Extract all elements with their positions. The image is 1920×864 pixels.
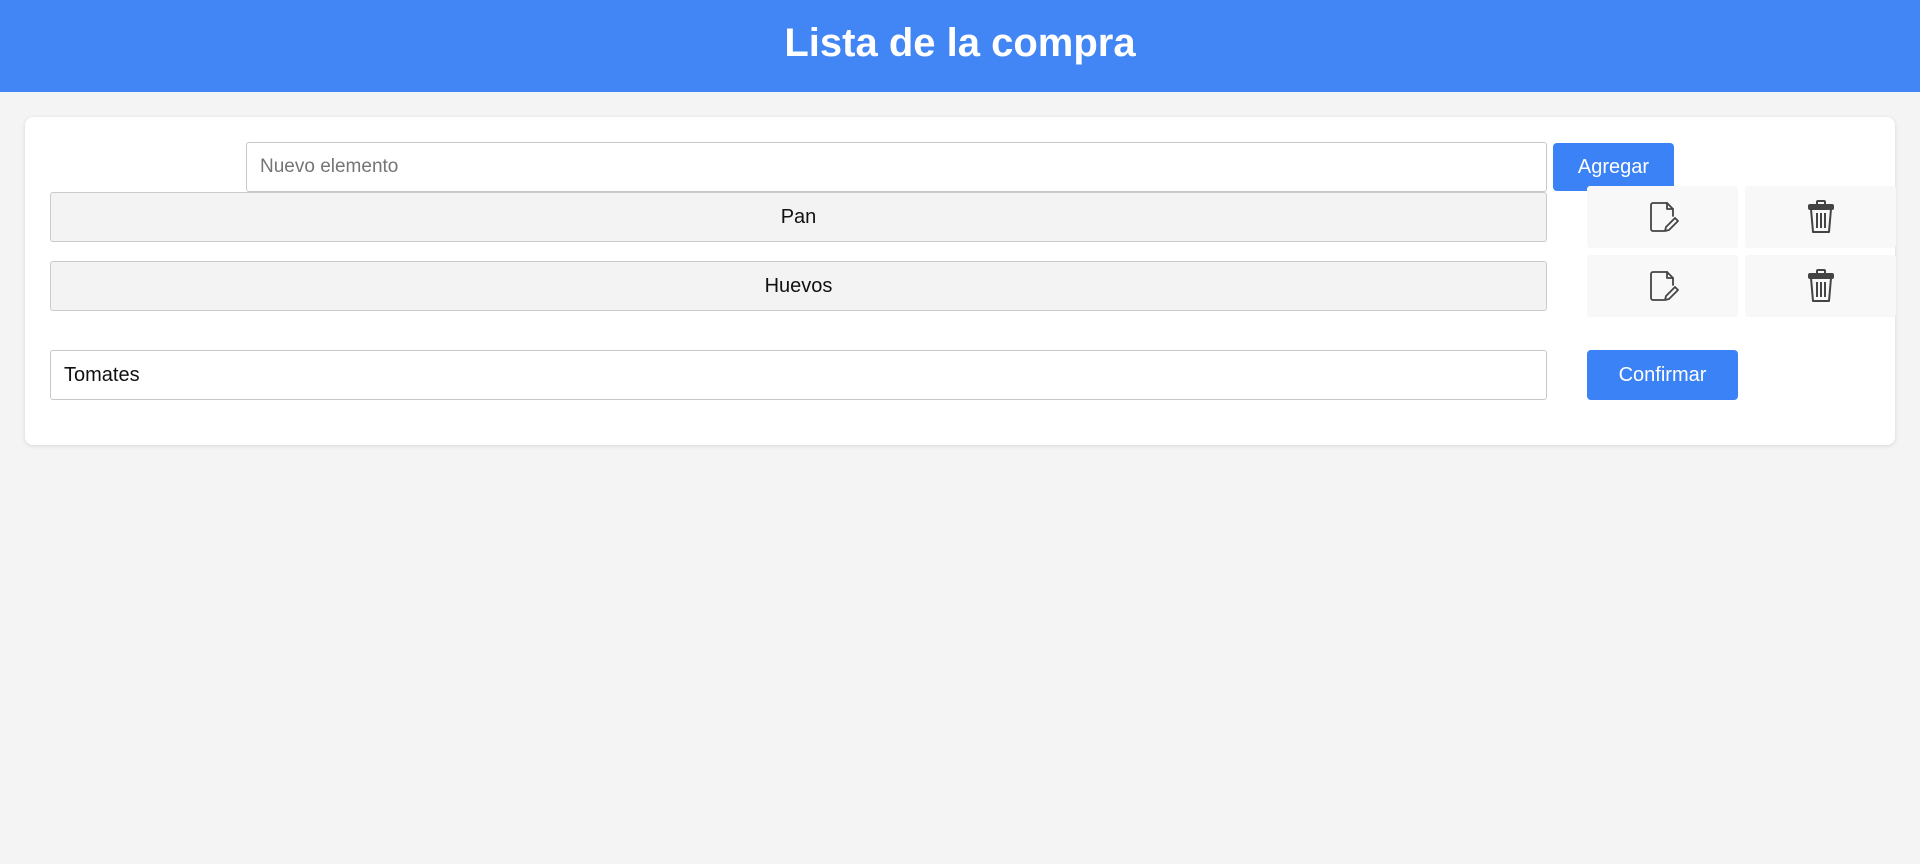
trash-icon	[1807, 200, 1834, 233]
delete-button[interactable]	[1745, 186, 1896, 248]
app-header: Lista de la compra	[0, 0, 1920, 92]
edit-button[interactable]	[1587, 186, 1738, 248]
list-item-label: Pan	[50, 192, 1547, 242]
edit-button[interactable]	[1587, 255, 1738, 317]
page-title: Lista de la compra	[784, 20, 1136, 65]
confirm-button[interactable]: Confirmar	[1587, 350, 1738, 400]
trash-icon	[1807, 269, 1834, 302]
shopping-list-card: Agregar Pan Huevos	[25, 117, 1896, 445]
edit-document-icon	[1649, 271, 1679, 301]
add-button[interactable]: Agregar	[1553, 143, 1674, 191]
list-item: Pan	[50, 186, 1896, 248]
list-item-label: Huevos	[50, 261, 1547, 311]
new-item-input[interactable]	[246, 142, 1547, 192]
edit-item-row: Confirmar	[50, 350, 1876, 400]
list-item: Huevos	[50, 255, 1896, 317]
delete-button[interactable]	[1745, 255, 1896, 317]
edit-item-input[interactable]	[50, 350, 1547, 400]
edit-document-icon	[1649, 202, 1679, 232]
